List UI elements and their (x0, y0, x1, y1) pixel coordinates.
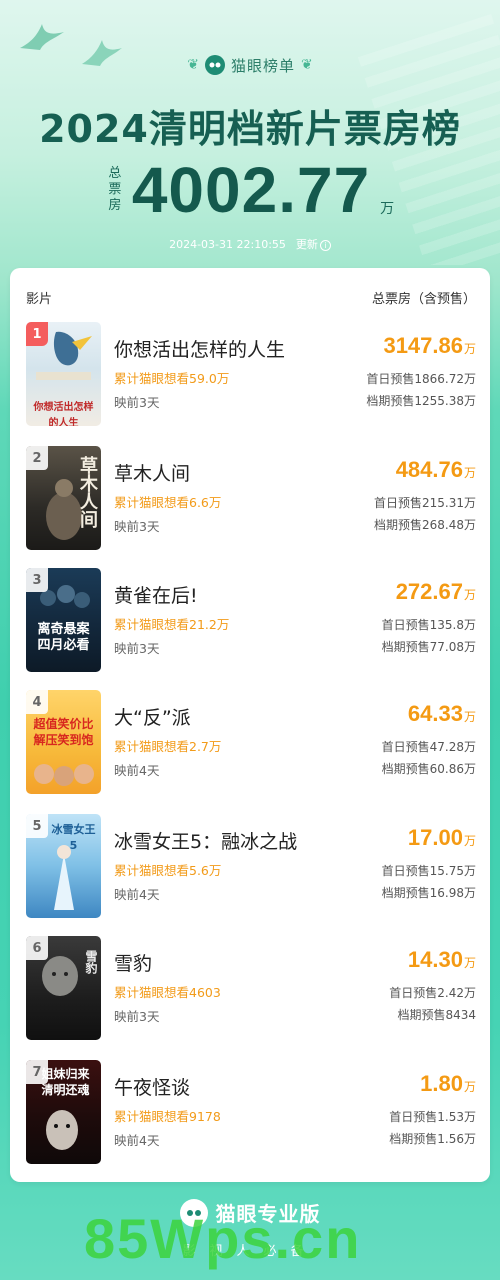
film-title[interactable]: 草木人间 (114, 459, 190, 486)
film-row[interactable]: 4 超值笑价比 解压笑到饱 大“反”派 累计猫眼想看2.7万 映前4天 64.3… (26, 690, 476, 794)
rank-badge: 1 (26, 322, 48, 346)
film-row[interactable]: 3 离奇悬案 四月必看 黄雀在后! 累计猫眼想看21.2万 映前3天 272.6… (26, 568, 476, 672)
box-office-value: 17.00万 (407, 825, 476, 850)
col-box-header: 总票房（含预售） (371, 292, 476, 307)
film-row[interactable]: 7 姐妹归来 清明还魂 午夜怪谈 累计猫眼想看9178 映前4天 1.80万 首… (26, 1060, 476, 1164)
box-office-value: 3147.86万 (383, 333, 476, 358)
laurel-right-icon: ❦ (301, 57, 313, 73)
first-day-presale: 首日预售1866.72万 (366, 372, 476, 386)
period-presale: 档期预售1255.38万 (366, 394, 476, 408)
period-presale: 档期预售77.08万 (381, 640, 476, 654)
film-poster[interactable]: 2 草木人间 (26, 446, 101, 550)
page-title: 2024清明档新片票房榜 (39, 107, 461, 151)
poster-title: 你想活出怎样的人生 (33, 402, 94, 426)
poster-title: 冰雪女王5 (51, 823, 96, 852)
film-title[interactable]: 冰雪女王5：融冰之战 (114, 827, 297, 854)
poster-title: 超值笑价比 解压笑到饱 (33, 717, 94, 747)
film-poster[interactable]: 7 姐妹归来 清明还魂 (26, 1060, 101, 1164)
rank-badge: 6 (26, 936, 48, 960)
box-office-value: 1.80万 (420, 1071, 476, 1096)
first-day-presale: 首日预售15.75万 (381, 864, 476, 878)
poster-title: 离奇悬案 四月必看 (37, 622, 90, 653)
film-row[interactable]: 5 冰雪女王5 冰雪女王5：融冰之战 累计猫眼想看5.6万 映前4天 17.00… (26, 814, 476, 918)
total-label: 总票房 (108, 166, 122, 213)
want-count: 累计猫眼想看4603 (114, 985, 221, 1000)
header: ❦ 猫眼榜单 ❦ 2024清明档新片票房榜 总票房 4002.77 万 2024… (0, 0, 500, 265)
first-day-presale: 首日预售1.53万 (389, 1110, 476, 1124)
update-label: 更新 i (296, 236, 331, 252)
rank-badge: 4 (26, 690, 48, 714)
film-row[interactable]: 1 你想活出怎样的人生 你想活出怎样的人生 累计猫眼想看59.0万 映前3天 3… (26, 322, 476, 426)
watermark: 85Wps.cn (84, 1207, 362, 1270)
poster-title: 草木人间 (77, 456, 98, 528)
days-before: 映前4天 (114, 1133, 160, 1148)
first-day-presale: 首日预售135.8万 (381, 618, 476, 632)
box-office-value: 272.67万 (395, 579, 476, 604)
poster-title: 雪豹 (84, 950, 98, 974)
total-unit: 万 (380, 201, 395, 217)
total-box-office: 总票房 4002.77 万 (0, 150, 500, 230)
film-poster[interactable]: 3 离奇悬案 四月必看 (26, 568, 101, 672)
days-before: 映前3天 (114, 395, 160, 410)
period-presale: 档期预售1.56万 (389, 1132, 476, 1146)
want-count: 累计猫眼想看21.2万 (114, 617, 230, 632)
rank-badge: 3 (26, 568, 48, 592)
film-poster[interactable]: 4 超值笑价比 解压笑到饱 (26, 690, 101, 794)
want-count: 累计猫眼想看6.6万 (114, 495, 222, 510)
rank-badge: 2 (26, 446, 48, 470)
film-title[interactable]: 大“反”派 (114, 703, 191, 730)
poster-title: 姐妹归来 清明还魂 (41, 1067, 90, 1097)
swallow-icon (20, 24, 64, 50)
want-count: 累计猫眼想看5.6万 (114, 863, 222, 878)
period-presale: 档期预售60.86万 (381, 762, 476, 776)
want-count: 累计猫眼想看9178 (114, 1109, 221, 1124)
brand-label: 猫眼榜单 (230, 56, 295, 75)
first-day-presale: 首日预售2.42万 (389, 986, 476, 1000)
want-count: 累计猫眼想看2.7万 (114, 739, 222, 754)
rank-badge: 5 (26, 814, 48, 838)
laurel-left-icon: ❦ (187, 57, 199, 73)
total-value: 4002.77 (131, 154, 371, 226)
period-presale: 档期预售8434 (397, 1008, 476, 1022)
want-count: 累计猫眼想看59.0万 (114, 371, 230, 386)
ranking-card: 影片 总票房（含预售） 1 你想活出怎样的人生 你想活出怎样的人生 累计猫眼想看… (10, 268, 490, 1182)
days-before: 映前3天 (114, 1009, 160, 1024)
update-row[interactable]: 2024-03-31 22:10:55 更新 i (0, 236, 500, 252)
first-day-presale: 首日预售47.28万 (381, 740, 476, 754)
days-before: 映前4天 (114, 763, 160, 778)
period-presale: 档期预售268.48万 (374, 518, 476, 532)
film-title[interactable]: 雪豹 (114, 949, 152, 976)
film-row[interactable]: 6 雪豹 雪豹 累计猫眼想看4603 映前3天 14.30万 首日预售2.42万… (26, 936, 476, 1040)
days-before: 映前3天 (114, 519, 160, 534)
film-poster[interactable]: 6 雪豹 (26, 936, 101, 1040)
box-office-value: 484.76万 (395, 457, 476, 482)
update-time: 2024-03-31 22:10:55 (169, 237, 286, 251)
box-office-value: 64.33万 (407, 701, 476, 726)
period-presale: 档期预售16.98万 (381, 886, 476, 900)
film-title[interactable]: 你想活出怎样的人生 (114, 335, 285, 362)
film-title[interactable]: 午夜怪谈 (114, 1073, 190, 1100)
first-day-presale: 首日预售215.31万 (374, 496, 476, 510)
film-row[interactable]: 2 草木人间 草木人间 累计猫眼想看6.6万 映前3天 484.76万 首日预售… (26, 446, 476, 550)
brand-row: ❦ 猫眼榜单 ❦ (0, 53, 500, 77)
maoyan-logo-icon (204, 55, 225, 75)
days-before: 映前3天 (114, 641, 160, 656)
film-poster[interactable]: 5 冰雪女王5 (26, 814, 101, 918)
days-before: 映前4天 (114, 887, 160, 902)
film-poster[interactable]: 1 你想活出怎样的人生 (26, 322, 101, 426)
box-office-value: 14.30万 (407, 947, 476, 972)
info-icon[interactable]: i (319, 240, 331, 251)
col-film-header: 影片 (26, 292, 53, 307)
table-header: 影片 总票房（含预售） (26, 288, 476, 307)
film-title[interactable]: 黄雀在后! (114, 581, 198, 608)
